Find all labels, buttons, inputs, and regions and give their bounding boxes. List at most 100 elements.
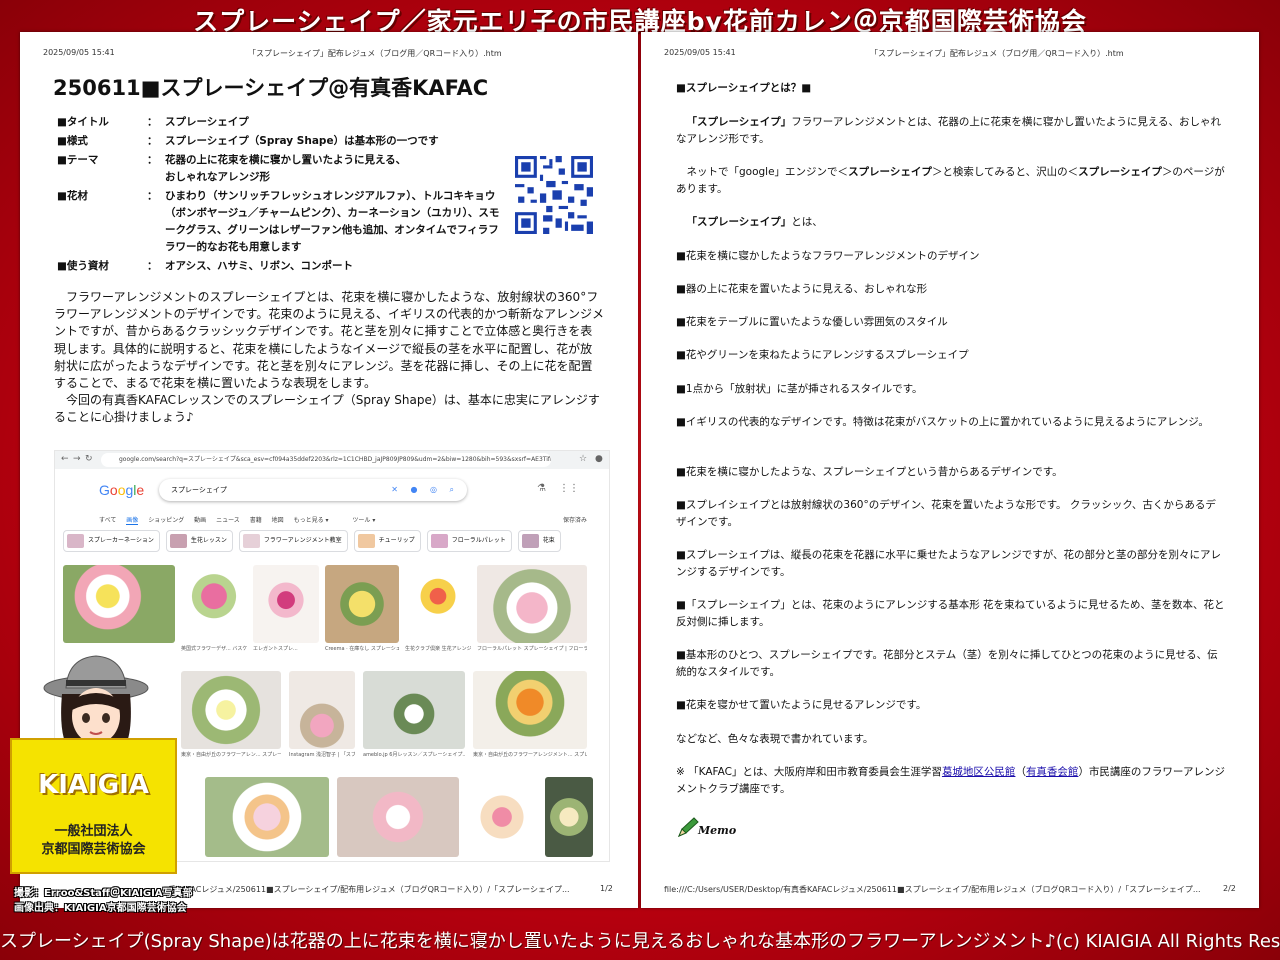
chip-4[interactable]: チューリップ (353, 530, 421, 552)
result-image[interactable] (363, 671, 465, 749)
result-caption: Creema · 在庫なし スプレーシェイプ~イ... (325, 646, 399, 652)
result-image[interactable] (181, 671, 281, 749)
result-image[interactable] (289, 671, 355, 749)
definition-item: ■「スプレーシェイプ」とは、花束のようにアレンジする基本形 花を束ねているように… (676, 599, 1225, 628)
tab-more[interactable]: もっと見る ▾ (294, 517, 329, 524)
saved-link[interactable]: 保存済み (563, 515, 587, 524)
definition-item: ■器の上に花束を置いたように見える、おしゃれな形 (676, 283, 928, 295)
chip-5[interactable]: フローラルパレット (426, 530, 512, 552)
print-page-number: 1/2 (600, 884, 613, 893)
definition-item: ■花束をテーブルに置いたような優しい雰囲気のスタイル (676, 316, 948, 328)
tab-shopping[interactable]: ショッピング (148, 517, 184, 524)
definition-item: ■イギリスの代表的なデザインです。特徴は花束がバスケットの上に置かれているように… (676, 416, 1209, 428)
apps-grid-icon[interactable]: ⋮⋮ (559, 483, 579, 494)
definition-item: ■スプレイシェイプとは放射線状の360°のデザイン、花束を置いたような形です。 … (676, 499, 1216, 528)
definition-item: ■基本形のひとつ、スプレーシェイプです。花部分とステム（茎）を別々に挿してひとつ… (676, 649, 1218, 678)
memo-label: Memo (698, 824, 737, 837)
search-input[interactable]: スプレーシェイプ ✕ ● ◎ ⌕ (159, 479, 467, 501)
logo-subtitle-1: 一般社団法人 (54, 824, 133, 839)
tab-videos[interactable]: 動画 (194, 517, 206, 524)
tab-books[interactable]: 書籍 (250, 517, 262, 524)
result-caption: 生花クラブ倶楽 生花アレンジメン... (405, 646, 471, 652)
result-image[interactable] (467, 777, 537, 857)
result-image[interactable] (181, 565, 247, 643)
search-tool-icons[interactable]: ✕ ● ◎ ⌕ (391, 479, 459, 501)
result-image[interactable] (473, 671, 587, 749)
google-logo[interactable]: Google (99, 482, 144, 498)
chip-1[interactable]: スプレーカーネーション (63, 530, 160, 552)
meta-table: ■タイトル ： スプレーシェイプ ■様式 ： スプレーシェイプ（Spray Sh… (57, 114, 507, 277)
definition-item: ■花やグリーンを束ねたようにアレンジするスプレーシェイプ (676, 349, 969, 361)
google-search-note: ネットで「google」エンジンで＜スプレーシェイプ＞と検索してみると、沢山の＜… (676, 166, 1225, 195)
reload-icon[interactable]: ↻ (85, 454, 93, 464)
closing-text: などなど、色々な表現で書かれています。 (676, 733, 874, 745)
tab-maps[interactable]: 地図 (272, 517, 284, 524)
intro-paragraph-2: 今回の有真香KAFACレッスンでのスプレーシェイプ（Spray Shape）は、… (54, 393, 600, 425)
print-file-title: 「スプレーシェイプ」配布レジュメ（ブログ用／QRコード入り）.htm (870, 49, 1124, 58)
star-icon[interactable]: ☆ (579, 454, 587, 464)
tab-images[interactable]: 画像 (126, 517, 139, 525)
result-image[interactable] (405, 565, 471, 643)
document-title: 250611■スプレーシェイプ@有真香KAFAC (53, 76, 489, 100)
right-page: 2025/09/05 15:41 「スプレーシェイプ」配布レジュメ（ブログ用／Q… (641, 32, 1259, 908)
intro-text: フラワーアレンジメントのスプレーシェイプとは、花束を横に寝かしたような、放射線状… (54, 289, 604, 427)
result-image[interactable] (205, 777, 329, 857)
tab-news[interactable]: ニュース (216, 517, 240, 524)
definition-lead: 「スプレーシェイプ」とは、 (686, 216, 823, 228)
result-caption: 東京・自由が丘のフラワーアレンジメント... スプレーシェイプ | 東京・自由が… (473, 752, 587, 758)
umaka-hall-link[interactable]: 有真香会館 (1026, 766, 1079, 778)
profile-icon[interactable]: ● (595, 454, 603, 464)
result-image[interactable] (63, 565, 175, 643)
chip-6[interactable]: 花束 (517, 530, 561, 552)
result-caption: フローラルパレット スプレーシェイプ | フローラルパ... (477, 646, 587, 652)
photo-credit: 撮影：Erroo&Staff＠KIAIGIA写真部 (14, 888, 193, 899)
forward-icon[interactable]: → (73, 454, 81, 464)
meta-row-materials: ■花材 ： ひまわり（サンリッチフレッシュオレンジアルファ）、トルコキキョウ（ボ… (57, 190, 500, 253)
print-footer-path: 香KAFACレジュメ/250611■スプレーシェイプ/配布用レジュメ（ブログQR… (168, 885, 570, 894)
result-caption: エレガントスプレ... (253, 646, 298, 652)
definition-item: ■花束を横に寝かしたような、スプレーシェイプという昔からあるデザインです。 (676, 466, 1063, 478)
meta-row-theme: ■テーマ ： 花器の上に花束を横に寝かし置いたように見える、おしゃれなアレンジ形 (57, 154, 407, 183)
katsuragi-link[interactable]: 葛城地区公民館 (942, 766, 1016, 778)
bottom-caption: スプレーシェイプ(Spray Shape)は花器の上に花束を横に寝かし置いたよう… (0, 931, 1280, 952)
search-tabs: すべて 画像 ショッピング 動画 ニュース 書籍 地図 もっと見る ▾ ツール … (99, 515, 383, 525)
definition-item: ■1点から「放射状」に茎が挿されるスタイルです。 (676, 383, 923, 395)
browser-url-bar: ← → ↻ google.com/search?q=スプレーシェイプ&sca_e… (55, 451, 609, 469)
definition-item: ■花束を寝かせて置いたように見せるアレンジです。 (676, 699, 927, 711)
meta-row-title: ■タイトル ： スプレーシェイプ (57, 116, 249, 128)
tab-tools[interactable]: ツール ▾ (352, 517, 375, 524)
definition-item: ■花束を横に寝かしたようなフラワーアレンジメントのデザイン (676, 250, 980, 262)
chip-3[interactable]: フラワーアレンジメント教室 (238, 530, 348, 552)
result-caption: 東京・自由が丘のフラワーアレン... スプレーシェイプ | 東京・自由... (181, 752, 281, 758)
print-file-title: 「スプレーシェイプ」配布レジュメ（ブログ用／QRコード入り）.htm (248, 49, 502, 58)
result-image[interactable] (253, 565, 319, 643)
kiaigia-logo-box: KIAIGIA 一般社団法人 京都国際芸術協会 (10, 738, 177, 874)
logo-title: KIAIGIA (38, 770, 149, 800)
qr-code-icon[interactable] (515, 156, 593, 234)
back-icon[interactable]: ← (61, 454, 69, 464)
intro-paragraph-1: フラワーアレンジメントのスプレーシェイプとは、花束を横に寝かしたような、放射線状… (54, 290, 604, 391)
print-footer-path: file:///C:/Users/USER/Desktop/有真香KAFACレジ… (664, 885, 1201, 894)
result-caption: 英国式フラワーデザ... バスケットの秋のス... (181, 646, 247, 652)
chip-2[interactable]: 生花レッスン (165, 530, 233, 552)
result-image[interactable] (545, 777, 593, 857)
result-image[interactable] (337, 777, 459, 857)
definition-intro: 「スプレーシェイプ」フラワーアレンジメントとは、花器の上に花束を横に寝かし置いた… (676, 116, 1222, 145)
print-date: 2025/09/05 15:41 (43, 48, 115, 57)
meta-row-style: ■様式 ： スプレーシェイプ（Spray Shape）は基本形の一つです (57, 135, 439, 147)
result-image[interactable] (325, 565, 399, 643)
meta-row-supplies: ■使う資材 ： オアシス、ハサミ、リボン、コンポート (57, 260, 353, 272)
result-caption: Instagram 浅沼智子 | 「スプレ... (289, 752, 355, 758)
logo-subtitle-2: 京都国際芸術協会 (41, 842, 146, 857)
print-date: 2025/09/05 15:41 (664, 48, 736, 57)
print-page-number: 2/2 (1223, 884, 1236, 893)
url-field[interactable]: google.com/search?q=スプレーシェイプ&sca_esv=cf0… (101, 453, 551, 467)
definition-item: ■スプレーシェイプは、縦長の花束を花器に水平に乗せたようなアレンジですが、花の部… (676, 549, 1221, 578)
result-caption: ameblo.jp 6月レッスン／スプレーシェイプ... (363, 752, 465, 758)
section-title: ■スプレーシェイプとは？■ (676, 82, 812, 94)
kafac-note: ※ 「KAFAC」とは、大阪府岸和田市教育委員会生涯学習葛城地区公民館（有真香会… (676, 766, 1226, 795)
result-image[interactable] (477, 565, 587, 643)
tab-all[interactable]: すべて (99, 517, 116, 524)
labs-icon[interactable]: ⚗ (537, 483, 546, 494)
memo-pencil-icon: Memo (676, 816, 746, 842)
